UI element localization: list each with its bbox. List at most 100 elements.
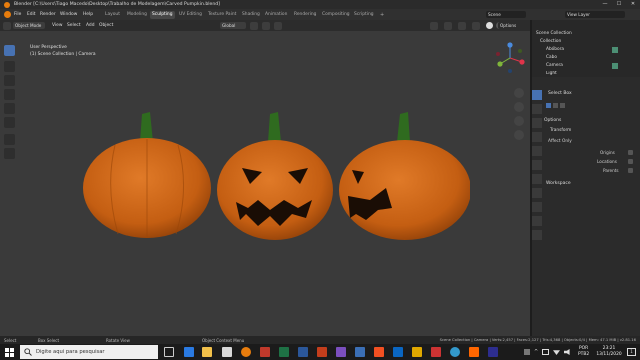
clock[interactable]: 23:21 13/11/2020 — [593, 346, 625, 357]
outliner-row-collection[interactable]: Collection — [540, 39, 561, 46]
cursor-tool[interactable] — [4, 61, 15, 72]
pumpkin-carved-side[interactable] — [339, 112, 470, 240]
outliner-row-stem[interactable]: Cabo — [546, 55, 557, 62]
transform-tool[interactable] — [4, 117, 15, 128]
world-properties-tab[interactable] — [532, 160, 542, 170]
menu-add[interactable]: Add — [86, 23, 95, 28]
tool-properties-tab[interactable] — [532, 90, 542, 100]
render-properties-tab[interactable] — [532, 104, 542, 114]
select-mode-extend-icon[interactable] — [553, 103, 558, 108]
xray-icon[interactable] — [472, 21, 480, 30]
visual-studio-icon[interactable] — [336, 347, 346, 357]
tab-sculpting[interactable]: Sculpting — [150, 10, 175, 19]
app-icon-red[interactable] — [431, 347, 441, 357]
file-explorer-icon[interactable] — [202, 347, 212, 357]
pivot-icon[interactable] — [250, 21, 258, 30]
notification-center-icon[interactable]: 1 — [627, 348, 636, 356]
workspace-panel-header[interactable]: Workspace — [546, 181, 571, 186]
annotate-tool[interactable] — [4, 134, 15, 145]
tab-shading[interactable]: Shading — [240, 11, 262, 19]
transform-panel-header[interactable]: Transform — [550, 128, 571, 133]
windows-start-icon[interactable] — [5, 348, 14, 357]
tray-chevron-icon[interactable]: ^ — [534, 349, 538, 355]
wifi-icon[interactable] — [553, 350, 560, 355]
overlay-icon[interactable] — [458, 21, 466, 30]
locations-checkbox[interactable] — [628, 159, 633, 164]
app-icon-yellow[interactable] — [412, 347, 422, 357]
modifier-properties-tab[interactable] — [532, 188, 542, 198]
excel-icon[interactable] — [279, 347, 289, 357]
menu-help[interactable]: Help — [83, 12, 93, 17]
options-dropdown[interactable]: Options — [498, 22, 524, 29]
task-view-icon[interactable] — [164, 347, 174, 357]
app-icon-navy[interactable] — [488, 347, 498, 357]
people-icon[interactable] — [524, 349, 530, 355]
options-panel-header[interactable]: Options — [544, 118, 561, 123]
outliner-row-light[interactable]: Light — [546, 71, 557, 77]
menu-window[interactable]: Window — [60, 12, 77, 17]
constraint-properties-tab[interactable] — [532, 216, 542, 226]
scale-tool[interactable] — [4, 103, 15, 114]
word-icon[interactable] — [298, 347, 308, 357]
outliner-row-camera[interactable]: Camera — [546, 63, 563, 70]
app-icon-blue[interactable] — [355, 347, 365, 357]
tab-modeling[interactable]: Modeling — [125, 11, 149, 19]
ortho-grid-icon[interactable] — [514, 130, 524, 140]
snap-icon[interactable] — [262, 21, 270, 30]
outliner-row-scene-collection[interactable]: Scene Collection — [536, 31, 572, 38]
menu-file[interactable]: File — [14, 12, 21, 17]
tab-animation[interactable]: Animation — [263, 11, 289, 19]
camera-view-icon[interactable] — [514, 116, 524, 126]
visibility-icon[interactable] — [430, 21, 438, 30]
scene-selector[interactable]: Scene — [486, 11, 526, 18]
menu-view[interactable]: View — [52, 23, 62, 28]
taskbar-search-box[interactable]: Digite aqui para pesquisar — [20, 345, 158, 359]
app-icon-dark-blue[interactable] — [393, 347, 403, 357]
measure-tool[interactable] — [4, 148, 15, 159]
blender-taskbar-icon[interactable] — [241, 347, 251, 357]
view-layer-selector[interactable]: View Layer — [565, 11, 625, 18]
office-icon[interactable] — [374, 347, 384, 357]
close-button[interactable]: ✕ — [626, 0, 640, 9]
menu-object[interactable]: Object — [99, 23, 113, 28]
edge-icon[interactable] — [184, 347, 194, 357]
outliner-row-pumpkin[interactable]: Abóbora — [546, 47, 564, 54]
menu-render[interactable]: Render — [40, 12, 56, 17]
volume-icon[interactable] — [564, 349, 570, 355]
data-properties-tab[interactable] — [532, 230, 542, 240]
menu-select[interactable]: Select — [67, 23, 81, 28]
maximize-button[interactable]: ☐ — [612, 0, 626, 9]
tab-rendering[interactable]: Rendering — [292, 11, 318, 19]
tab-compositing[interactable]: Compositing — [320, 11, 352, 19]
select-mode-subtract-icon[interactable] — [560, 103, 565, 108]
pumpkin-carved[interactable] — [217, 112, 333, 240]
add-workspace-button[interactable]: + — [380, 12, 384, 18]
editor-type-icon[interactable] — [3, 21, 11, 30]
mode-selector[interactable]: Object Mode — [13, 22, 45, 29]
transform-orientation-selector[interactable]: Global — [220, 22, 246, 29]
store-icon[interactable] — [222, 347, 232, 357]
select-box-tool[interactable] — [4, 45, 15, 56]
tab-uv-editing[interactable]: UV Editing — [177, 11, 204, 19]
pan-hand-icon[interactable] — [514, 102, 524, 112]
powerpoint-icon[interactable] — [317, 347, 327, 357]
shading-solid-icon[interactable] — [486, 22, 493, 29]
origins-checkbox[interactable] — [628, 150, 633, 155]
tab-texture-paint[interactable]: Texture Paint — [206, 11, 238, 19]
move-tool[interactable] — [4, 75, 15, 86]
gizmo-icon[interactable] — [444, 21, 452, 30]
object-properties-tab[interactable] — [532, 174, 542, 184]
rotate-tool[interactable] — [4, 89, 15, 100]
view-layer-properties-tab[interactable] — [532, 132, 542, 142]
tab-scripting[interactable]: Scripting — [352, 11, 376, 19]
navigation-gizmo[interactable] — [492, 40, 528, 76]
zoom-icon[interactable] — [514, 88, 524, 98]
parents-checkbox[interactable] — [628, 168, 633, 173]
pumpkin-plain[interactable] — [83, 112, 211, 238]
app-icon-round[interactable] — [450, 347, 460, 357]
tab-layout[interactable]: Layout — [103, 11, 122, 19]
proportional-edit-icon[interactable] — [274, 21, 282, 30]
battery-icon[interactable] — [542, 349, 549, 355]
blender-menu-icon[interactable] — [4, 11, 11, 18]
menu-edit[interactable]: Edit — [27, 12, 36, 17]
